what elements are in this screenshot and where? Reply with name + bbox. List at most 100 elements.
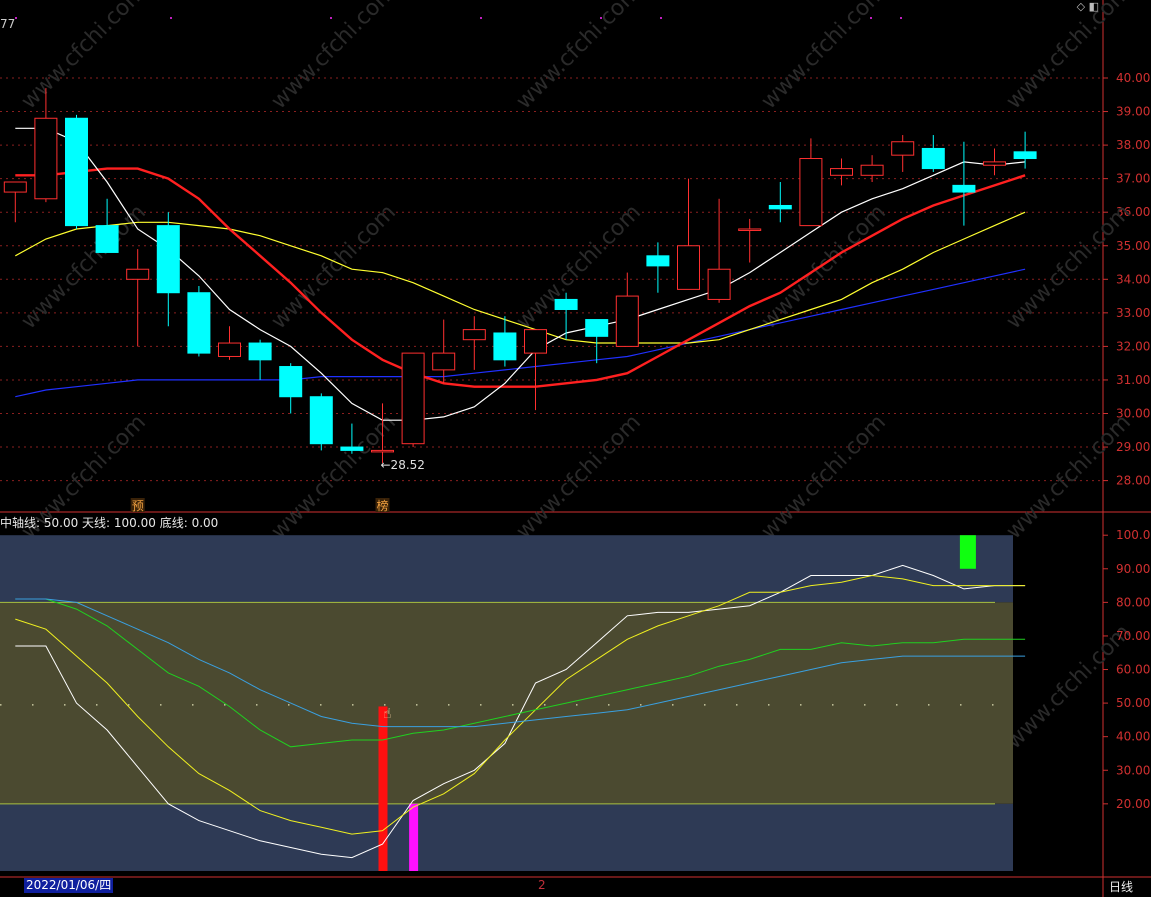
- marker-dot: [900, 17, 902, 19]
- midline-dot: [416, 704, 418, 706]
- candle-body: [34, 117, 58, 200]
- stock-chart[interactable]: 28.0029.0030.0031.0032.0033.0034.0035.00…: [0, 0, 1151, 897]
- price-tick-label: 32.00: [1116, 339, 1150, 353]
- badge-label: 预: [132, 499, 144, 513]
- candle-body: [432, 352, 456, 371]
- candle-body: [707, 268, 731, 300]
- candle-body: [524, 329, 547, 354]
- marker-dot: [330, 17, 332, 19]
- candle-body: [248, 342, 272, 361]
- midline-dot: [96, 704, 98, 706]
- candle-body: [126, 268, 150, 280]
- midline-dot: [672, 704, 674, 706]
- date-label: 2022/01/06/四: [24, 878, 114, 893]
- midline-dot: [928, 704, 930, 706]
- price-tick-label: 39.00: [1116, 105, 1150, 119]
- candle-body: [279, 366, 303, 398]
- midline-dot: [288, 704, 290, 706]
- bottom-mid-label: 2: [538, 878, 546, 892]
- price-tick-label: 35.00: [1116, 239, 1150, 253]
- midline-dot: [544, 704, 546, 706]
- window-icons[interactable]: ◇ ◧: [1077, 0, 1099, 13]
- candle-body: [860, 164, 884, 176]
- bottom-line-label: 底线: 0.00: [159, 516, 219, 530]
- candle-body: [1013, 151, 1037, 160]
- period-label[interactable]: 日线: [1109, 878, 1133, 895]
- indicator-tick-label: 50.00: [1116, 696, 1150, 710]
- indicator-tick-label: 20.00: [1116, 797, 1150, 811]
- candle-body: [921, 147, 945, 170]
- midline-dot: [992, 704, 994, 706]
- price-tick-label: 37.00: [1116, 172, 1150, 186]
- indicator-tick-label: 80.00: [1116, 595, 1150, 609]
- midline-dot: [0, 704, 2, 706]
- candle-body: [952, 184, 976, 193]
- top-left-value: 77: [0, 17, 16, 31]
- badge-label: 榜: [377, 498, 389, 513]
- midline-dot: [512, 704, 514, 706]
- candle-body: [615, 295, 639, 347]
- midline-dot: [128, 704, 130, 706]
- candle-body: [983, 161, 1006, 166]
- candle-body: [65, 117, 88, 227]
- midline-dot: [608, 704, 610, 706]
- price-tick-label: 40.00: [1116, 71, 1150, 85]
- price-tick-label: 38.00: [1116, 138, 1150, 152]
- marker-dot: [170, 17, 172, 19]
- midline-dot: [704, 704, 706, 706]
- midline-dot: [640, 704, 642, 706]
- midline-dot: [352, 704, 354, 706]
- marker-dot: [15, 17, 17, 19]
- cursor-hand-icon: ☝: [383, 706, 392, 722]
- marker-dot: [660, 17, 662, 19]
- midline-dot: [32, 704, 34, 706]
- midline-dot: [896, 704, 898, 706]
- candle-body: [95, 225, 119, 253]
- price-tick-label: 33.00: [1116, 306, 1150, 320]
- indicator-tick-label: 40.00: [1116, 730, 1150, 744]
- watermark-text: www.cfchi.com: [1002, 0, 1136, 114]
- indicator-header: 中轴线: 50.00 天线: 100.00 底线: 0.00: [0, 514, 218, 531]
- watermark-text: www.cfchi.com: [757, 0, 891, 114]
- candle-body: [401, 352, 425, 445]
- price-tick-label: 31.00: [1116, 373, 1150, 387]
- midline-dot: [832, 704, 834, 706]
- candle-body: [187, 292, 211, 354]
- watermark-text: www.cfchi.com: [512, 410, 646, 544]
- zone-middle: [0, 602, 1013, 804]
- signal-bar: [409, 803, 419, 871]
- midline-dot: [736, 704, 738, 706]
- midline-dot: [576, 704, 578, 706]
- candle-body: [309, 396, 333, 445]
- midline-dot: [192, 704, 194, 706]
- top-line-label: 天线: 100.00: [82, 516, 156, 530]
- midline-dot: [320, 704, 322, 706]
- signal-bar: [378, 706, 388, 871]
- candle-body: [462, 329, 486, 341]
- watermark-text: www.cfchi.com: [267, 0, 401, 114]
- indicator-tick-label: 100.00: [1116, 528, 1151, 542]
- midline-dot: [224, 704, 226, 706]
- candle-body: [677, 245, 700, 290]
- zone-lower: [0, 803, 1013, 871]
- low-price-label: ←28.52: [381, 458, 425, 472]
- watermark-text: www.cfchi.com: [512, 0, 646, 114]
- signal-bar: [959, 535, 976, 569]
- indicator-tick-label: 60.00: [1116, 663, 1150, 677]
- watermark-text: www.cfchi.com: [267, 410, 401, 544]
- candle-body: [340, 446, 364, 451]
- midline-dot: [256, 704, 258, 706]
- midline-dot: [800, 704, 802, 706]
- midline-dot: [160, 704, 162, 706]
- candle-body: [646, 255, 670, 267]
- midline-dot: [960, 704, 962, 706]
- midline-dot: [480, 704, 482, 706]
- indicator-tick-label: 90.00: [1116, 562, 1150, 576]
- candle-body: [799, 158, 823, 227]
- watermark-text: www.cfchi.com: [757, 410, 891, 544]
- price-tick-label: 34.00: [1116, 272, 1150, 286]
- candle-body: [768, 204, 792, 210]
- candle-body: [738, 228, 762, 231]
- midline-dot: [768, 704, 770, 706]
- candle-body: [830, 168, 853, 176]
